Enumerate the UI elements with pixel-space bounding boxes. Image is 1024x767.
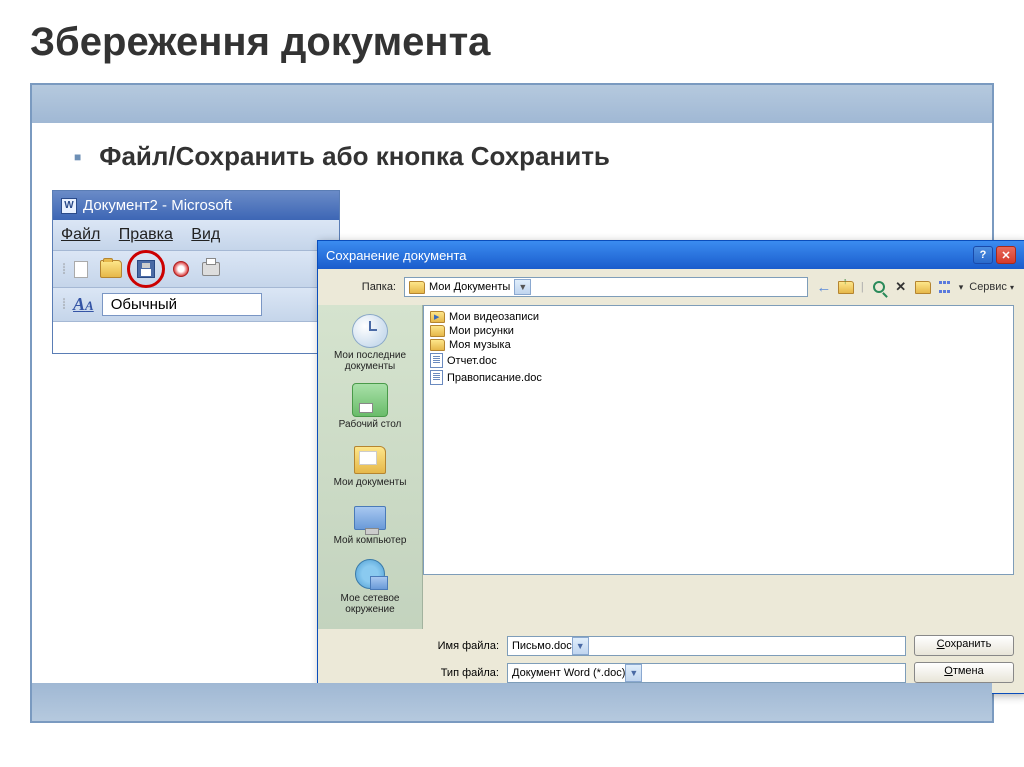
slide-title: Збереження документа [30,20,994,65]
word-document-area [53,321,339,353]
chevron-down-icon: ▾ [959,282,964,293]
close-button[interactable]: ✕ [996,246,1016,264]
filetype-label: Тип файла: [431,667,499,679]
network-icon [355,559,385,589]
sidebar-label: Рабочий стол [324,419,416,430]
file-name: Правописание.doc [447,372,542,384]
save-button[interactable] [134,258,158,280]
screenshot-area: W Документ2 - Microsoft Файл Правка Вид … [52,190,972,670]
dropdown-arrow-icon: ▼ [572,637,589,655]
file-name: Моя музыка [449,339,511,351]
desktop-icon [352,383,388,417]
grip-icon: ┊ [61,264,67,275]
save-button-highlight [127,250,165,288]
folder-icon [430,325,445,337]
filename-label: Имя файла: [431,640,499,652]
dialog-body: Мои последние документы Рабочий стол Мои… [318,305,1024,629]
search-button[interactable] [871,279,887,295]
bullet-label: Файл/Сохранить або кнопка Сохранить [99,141,610,172]
content-frame: Файл/Сохранить або кнопка Сохранить W До… [30,83,994,723]
word-titlebar[interactable]: W Документ2 - Microsoft [53,191,339,220]
sidebar-label: Мой компьютер [324,535,416,546]
slide: Збереження документа Файл/Сохранить або … [0,0,1024,767]
delete-button[interactable]: ✕ [893,279,909,295]
places-sidebar: Мои последние документы Рабочий стол Мои… [318,305,423,629]
word-title: Документ2 - Microsoft [83,197,232,214]
file-item[interactable]: Отчет.doc [428,352,1009,369]
print-button[interactable] [199,258,223,280]
menu-view[interactable]: Вид [191,226,220,243]
filename-input[interactable]: Письмо.doc▼ [507,636,906,656]
menu-file[interactable]: Файл [61,226,100,243]
up-folder-button[interactable]: ↑ [838,279,854,295]
dropdown-arrow-icon: ▼ [514,279,531,295]
titlebar-controls: ? ✕ [973,246,1016,264]
word-app-icon: W [61,198,77,214]
frame-footer [32,683,992,721]
folder-label: Папка: [328,281,396,293]
toolbar-icons: ← ↑ | ✕ ▾ Сервис ▾ [816,279,1014,295]
permission-button[interactable] [169,258,193,280]
dropdown-arrow-icon: ▼ [625,664,642,682]
bullet-text: Файл/Сохранить або кнопка Сохранить [32,123,992,190]
current-folder-name: Мои Документы [429,281,510,293]
styles-icon[interactable]: AA [73,294,94,315]
tools-menu[interactable]: Сервис ▾ [969,281,1014,293]
file-name: Отчет.doc [447,355,497,367]
cancel-button[interactable]: Отмена [914,662,1014,683]
dialog-title: Сохранение документа [326,248,467,263]
new-doc-button[interactable] [69,258,93,280]
open-button[interactable] [99,258,123,280]
frame-header [32,85,992,123]
help-button[interactable]: ? [973,246,993,264]
word-menubar: Файл Правка Вид [53,220,339,251]
sidebar-network[interactable]: Мое сетевое окружение [322,554,418,623]
file-item[interactable]: Моя музыка [428,338,1009,352]
dialog-toolbar: Папка: Мои Документы ▼ ← ↑ | ✕ [318,269,1024,305]
word-window: W Документ2 - Microsoft Файл Правка Вид … [52,190,340,354]
doc-icon [430,353,443,368]
back-button[interactable]: ← [816,279,832,295]
dialog-titlebar[interactable]: Сохранение документа ? ✕ [318,241,1024,269]
folder-icon [430,311,445,323]
filetype-select[interactable]: Документ Word (*.doc)▼ [507,663,906,683]
sidebar-recent[interactable]: Мои последние документы [322,311,418,380]
recent-icon [352,314,388,348]
grip-icon: ┊ [61,299,67,310]
folder-dropdown[interactable]: Мои Документы ▼ [404,277,808,297]
mydocs-icon [354,446,386,474]
folder-icon [430,339,445,351]
file-item[interactable]: Мои рисунки [428,324,1009,338]
word-stylebar: ┊ AA Обычный [53,288,339,321]
file-list[interactable]: Мои видеозаписи Мои рисунки Моя музыка О… [423,305,1014,575]
word-toolbar: ┊ [53,251,339,288]
save-dialog: Сохранение документа ? ✕ Папка: Мои Доку… [317,240,1024,694]
file-name: Мои рисунки [449,325,514,337]
folder-icon [409,281,425,294]
views-button[interactable] [937,279,953,295]
sidebar-label: Мое сетевое окружение [324,593,416,615]
floppy-icon [137,260,155,278]
file-item[interactable]: Правописание.doc [428,369,1009,386]
style-selector[interactable]: Обычный [102,293,262,316]
file-name: Мои видеозаписи [449,311,539,323]
sidebar-label: Мои последние документы [324,350,416,372]
sidebar-mydocs[interactable]: Мои документы [322,438,418,496]
file-item[interactable]: Мои видеозаписи [428,310,1009,324]
sidebar-label: Мои документы [324,477,416,488]
save-button[interactable]: Сохранить [914,635,1014,656]
new-folder-button[interactable] [915,279,931,295]
menu-edit[interactable]: Правка [119,226,173,243]
doc-icon [430,370,443,385]
sidebar-desktop[interactable]: Рабочий стол [322,380,418,438]
sidebar-computer[interactable]: Мой компьютер [322,496,418,554]
computer-icon [354,506,386,530]
